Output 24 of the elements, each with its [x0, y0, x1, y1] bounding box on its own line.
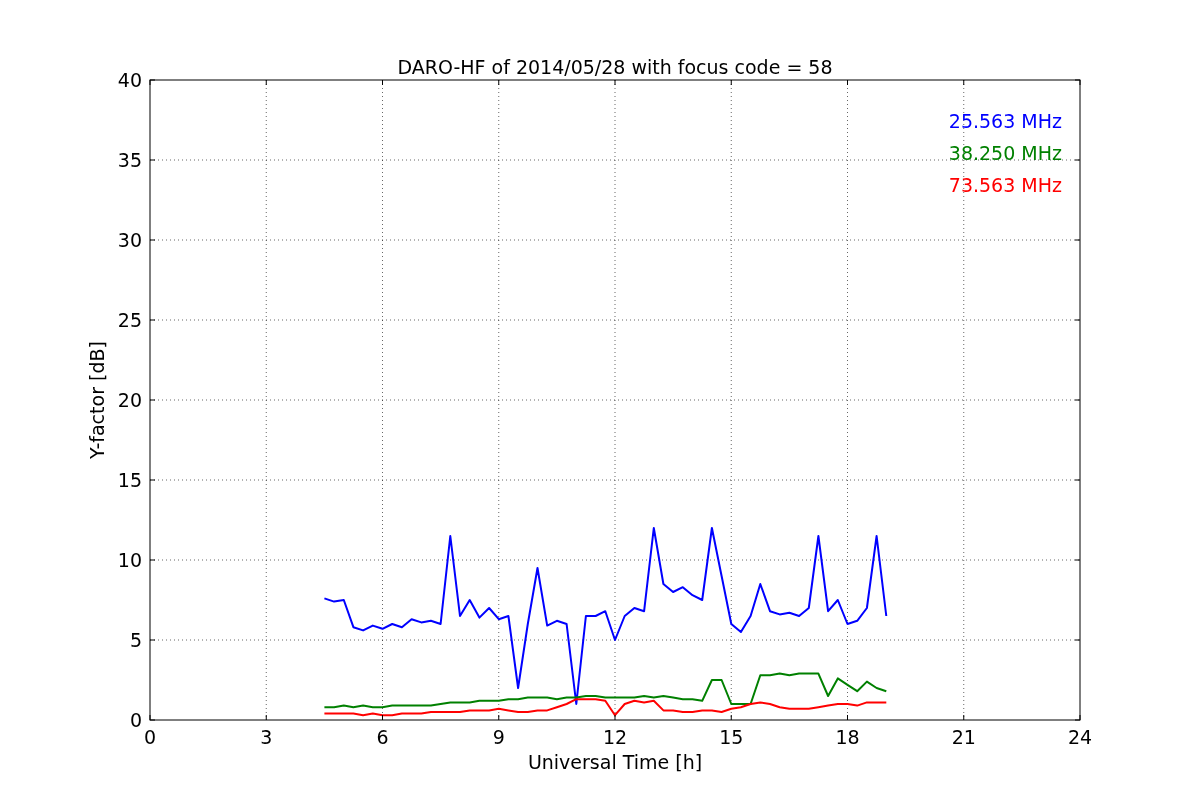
tick-label: 10 [117, 549, 142, 571]
legend-label: 25.563 MHz [948, 110, 1062, 132]
legend-label: 38.250 MHz [948, 142, 1062, 164]
tick-label: 35 [117, 149, 142, 171]
x-axis-label: Universal Time [h] [527, 751, 703, 773]
tick-label: 6 [376, 726, 389, 748]
tick-label: 30 [117, 229, 142, 251]
tick-label: 5 [129, 629, 142, 651]
tick-label: 15 [117, 469, 142, 491]
tick-label: 21 [951, 726, 976, 748]
y-axis-label: Y-factor [dB] [86, 341, 108, 459]
tick-label: 3 [260, 726, 273, 748]
tick-label: 18 [835, 726, 860, 748]
tick-label: 24 [1067, 726, 1093, 748]
chart-title: DARO-HF of 2014/05/28 with focus code = 58 [397, 56, 833, 78]
tick-label: 20 [117, 389, 142, 411]
tick-label: 0 [143, 726, 157, 748]
tick-label: 15 [719, 726, 744, 748]
legend-label: 73.563 MHz [948, 174, 1062, 196]
tick-label: 12 [602, 726, 628, 748]
tick-label: 9 [492, 726, 505, 748]
tick-label: 25 [117, 309, 142, 331]
tick-label: 40 [117, 69, 142, 91]
tick-label: 0 [129, 709, 142, 731]
